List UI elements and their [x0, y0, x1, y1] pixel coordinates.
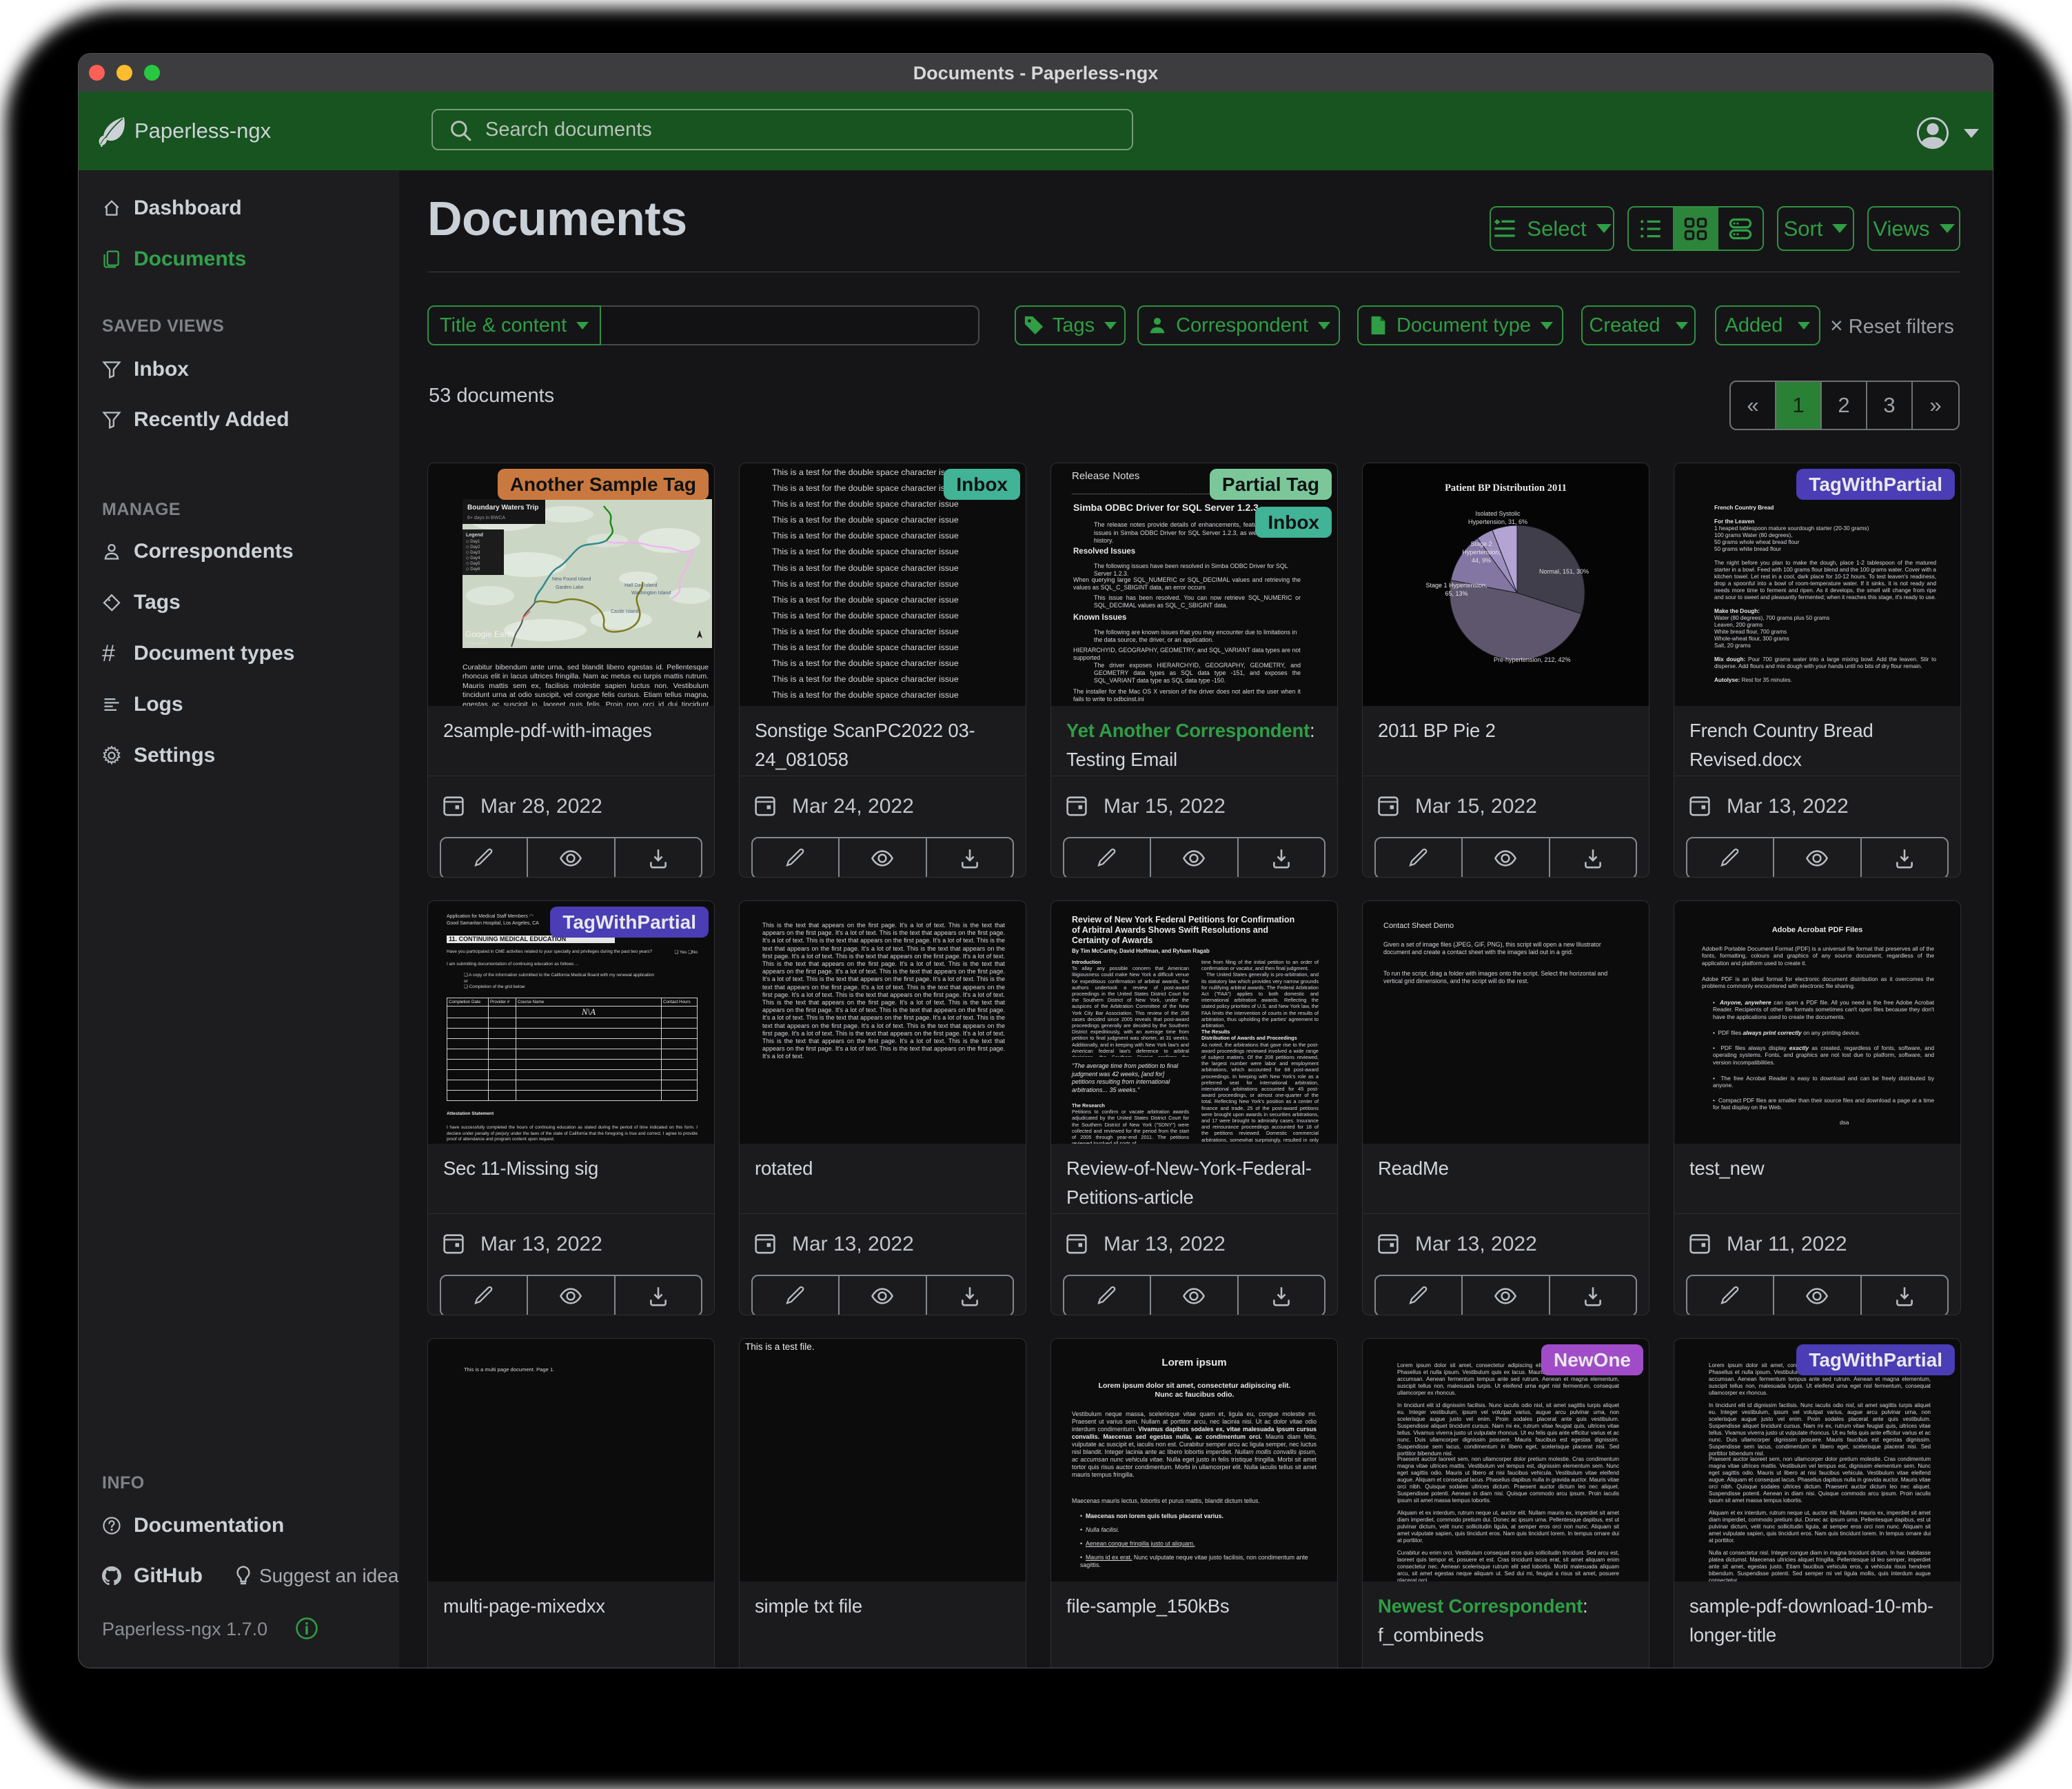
svg-text:◇ Day1: ◇ Day1: [466, 540, 480, 544]
svg-text:Isolated Systolic: Isolated Systolic: [1475, 510, 1521, 517]
svg-text:◇ Day6: ◇ Day6: [466, 567, 480, 572]
svg-text:◇ Day4: ◇ Day4: [466, 556, 480, 560]
svg-text:Google Earth: Google Earth: [465, 629, 514, 639]
svg-text:◇ Day5: ◇ Day5: [466, 562, 480, 566]
svg-text:Washington Island: Washington Island: [631, 591, 671, 596]
svg-text:Stage 2: Stage 2: [1470, 540, 1492, 547]
svg-text:6+ days in BWCA: 6+ days in BWCA: [467, 516, 505, 520]
svg-text:◇ Day2: ◇ Day2: [466, 545, 480, 549]
svg-text:Garden Lake: Garden Lake: [556, 585, 584, 590]
svg-text:New Found Island: New Found Island: [552, 577, 591, 582]
svg-text:Legend: Legend: [466, 533, 483, 538]
svg-text:Pre-hypertension, 212, 42%: Pre-hypertension, 212, 42%: [1494, 656, 1571, 663]
svg-text:Hypertension, 31, 6%: Hypertension, 31, 6%: [1468, 518, 1527, 525]
svg-text:Stage 1 Hypertension,: Stage 1 Hypertension,: [1425, 582, 1487, 589]
svg-text:◇ Day3: ◇ Day3: [466, 551, 480, 555]
svg-text:Half Day Island: Half Day Island: [624, 583, 658, 588]
svg-text:© 2021 Google: © 2021 Google: [465, 641, 489, 646]
svg-text:Castle Island: Castle Island: [611, 609, 639, 614]
svg-text:44, 9%: 44, 9%: [1472, 557, 1491, 564]
svg-text:65, 13%: 65, 13%: [1445, 590, 1467, 597]
svg-text:Normal, 151, 30%: Normal, 151, 30%: [1539, 568, 1589, 575]
svg-text:Hypertension,: Hypertension,: [1462, 549, 1501, 556]
svg-text:Boundary Waters Trip: Boundary Waters Trip: [467, 504, 539, 512]
